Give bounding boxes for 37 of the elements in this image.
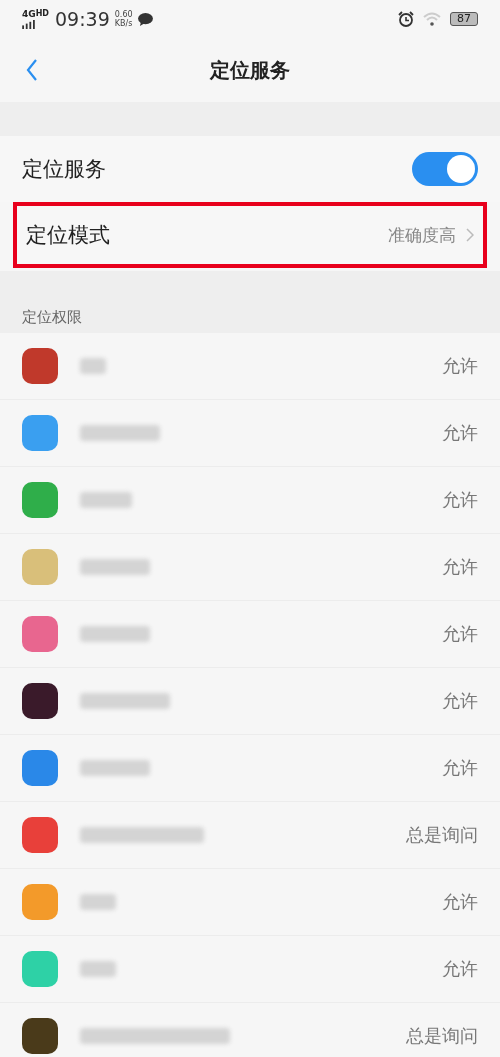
page-title: 定位服务 bbox=[210, 56, 290, 84]
setting-label: 定位模式 bbox=[26, 222, 111, 249]
wifi-icon bbox=[423, 12, 441, 26]
redacted-app-name bbox=[80, 492, 132, 508]
redacted-app-name bbox=[80, 559, 150, 575]
permission-status[interactable]: 总是询问 bbox=[406, 823, 478, 847]
redacted-app-name bbox=[80, 961, 116, 977]
chevron-right-icon bbox=[466, 228, 474, 242]
permission-status[interactable]: 允许 bbox=[442, 421, 478, 445]
redacted-app-name bbox=[80, 358, 106, 374]
network-type: 4G bbox=[22, 9, 36, 19]
back-chevron-icon bbox=[26, 59, 38, 81]
permission-status[interactable]: 允许 bbox=[442, 622, 478, 646]
permission-status[interactable]: 允许 bbox=[442, 488, 478, 512]
toggle-switch[interactable] bbox=[412, 152, 478, 186]
speed-value: 0.60 bbox=[114, 10, 133, 19]
permission-status[interactable]: 允许 bbox=[442, 555, 478, 579]
permission-status[interactable]: 允许 bbox=[442, 756, 478, 780]
location-mode-row[interactable]: 定位模式 准确度高 bbox=[13, 202, 487, 268]
clock-time: 09:39 bbox=[55, 8, 110, 30]
section-heading: 定位权限 bbox=[22, 308, 82, 327]
setting-value: 准确度高 bbox=[388, 223, 456, 247]
redacted-app-name bbox=[80, 760, 150, 776]
permission-status[interactable]: 允许 bbox=[442, 689, 478, 713]
battery-indicator: 87 bbox=[450, 12, 478, 26]
redacted-app-name bbox=[80, 894, 116, 910]
permission-status[interactable]: 允许 bbox=[442, 890, 478, 914]
alarm-clock-icon bbox=[398, 11, 414, 27]
redacted-app-name bbox=[80, 626, 150, 642]
speed-unit: KB/s bbox=[114, 19, 133, 28]
network-label: HD bbox=[35, 9, 49, 18]
permission-status[interactable]: 允许 bbox=[442, 354, 478, 378]
permission-status[interactable]: 总是询问 bbox=[406, 1024, 478, 1048]
signal-icon bbox=[22, 20, 35, 29]
chat-bubble-icon bbox=[137, 12, 153, 26]
setting-label: 定位服务 bbox=[22, 156, 107, 183]
permission-status[interactable]: 允许 bbox=[442, 957, 478, 981]
